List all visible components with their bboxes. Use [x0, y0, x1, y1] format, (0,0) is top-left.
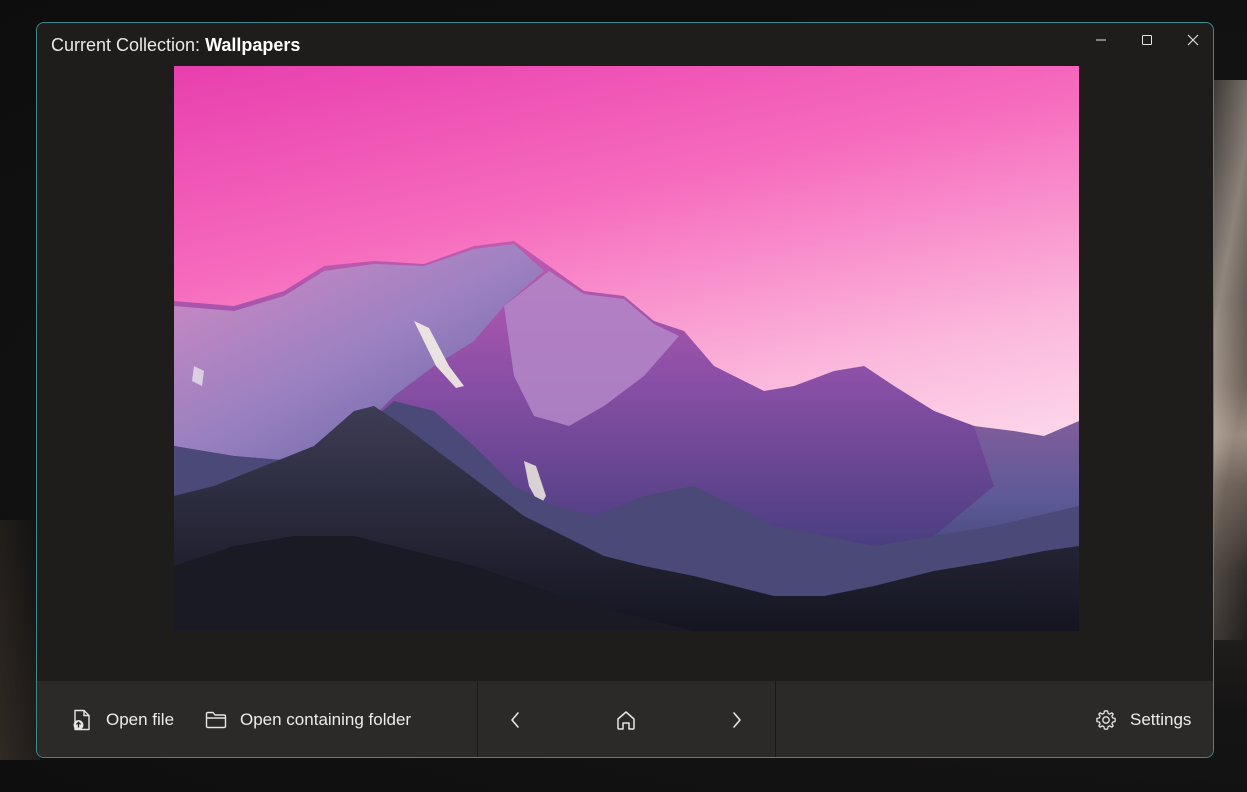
collection-name: Wallpapers	[205, 35, 301, 55]
folder-icon	[204, 708, 228, 732]
open-folder-label: Open containing folder	[240, 710, 412, 729]
previous-image-button[interactable]	[495, 700, 535, 740]
settings-label: Settings	[1130, 710, 1192, 729]
wallpaper-image	[174, 66, 1079, 631]
open-file-icon	[70, 708, 94, 732]
home-button[interactable]	[606, 700, 646, 740]
title-prefix: Current Collection:	[51, 35, 206, 55]
settings-button[interactable]: Settings	[1094, 700, 1191, 740]
gear-icon	[1094, 708, 1118, 732]
app-window: Current Collection: Wallpapers Open file…	[36, 22, 1214, 758]
open-file-button[interactable]: Open file	[70, 700, 174, 740]
desktop-wallpaper-glow	[0, 520, 40, 760]
close-icon	[1187, 34, 1199, 46]
bottom-toolbar: Open file Open containing folder Setting…	[37, 681, 1213, 757]
next-image-button[interactable]	[717, 700, 757, 740]
open-containing-folder-button[interactable]: Open containing folder	[204, 700, 411, 740]
chevron-right-icon	[733, 712, 741, 728]
toolbar-divider	[775, 681, 776, 757]
toolbar-divider	[477, 681, 478, 757]
titlebar[interactable]: Current Collection: Wallpapers	[37, 23, 1213, 65]
open-file-label: Open file	[106, 710, 175, 729]
chevron-left-icon	[511, 712, 519, 728]
minimize-button[interactable]	[1078, 25, 1124, 55]
home-icon	[617, 711, 635, 730]
minimize-icon	[1096, 39, 1106, 41]
window-title: Current Collection: Wallpapers	[51, 35, 300, 56]
close-button[interactable]	[1170, 25, 1213, 55]
maximize-button[interactable]	[1124, 25, 1170, 55]
maximize-icon	[1142, 35, 1152, 45]
